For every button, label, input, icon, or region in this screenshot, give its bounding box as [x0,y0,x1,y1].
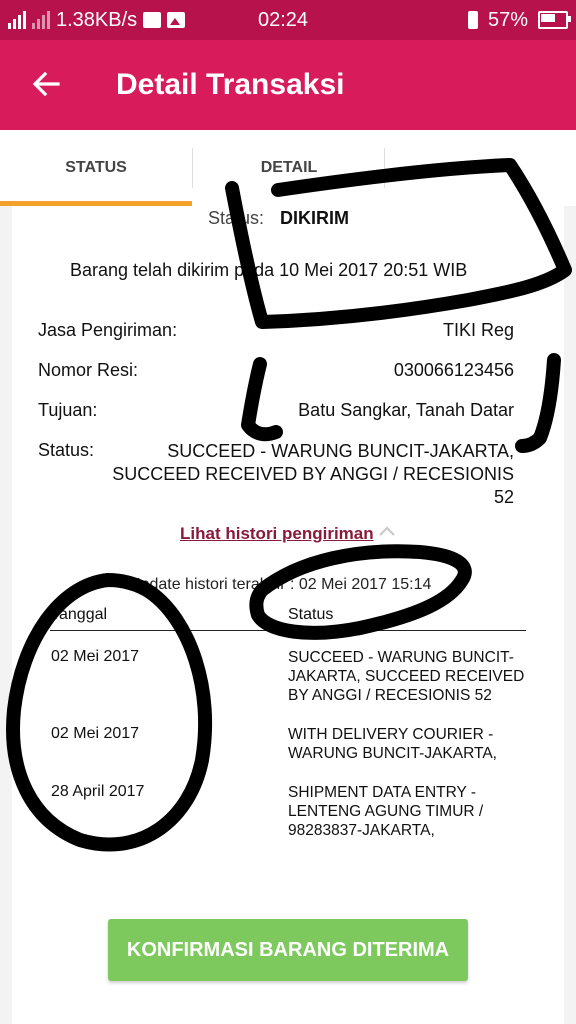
transaction-status-card: Status: DIKIRIM Barang telah dikirim pad… [12,206,564,1024]
tab-detail[interactable]: DETAIL [193,130,385,206]
app-bar: Detail Transaksi [0,40,576,130]
status-right-group: 57% [467,0,571,40]
tab-bar: STATUS DETAIL [0,130,576,206]
history-status: SHIPMENT DATA ENTRY - LENTENG AGUNG TIMU… [288,784,484,839]
shipping-status-label: Status: [38,440,95,460]
confirm-received-button[interactable]: KONFIRMASI BARANG DITERIMA [108,919,468,981]
battery-percent: 57% [487,8,528,31]
image-notification-icon [167,12,186,28]
chevron-up-icon[interactable] [378,522,396,540]
history-last-update: Update histori terakhir : 02 Mei 2017 15… [129,576,432,593]
history-status: SUCCEED - WARUNG BUNCIT-JAKARTA, SUCCEED… [288,649,525,704]
battery-icon [538,11,571,29]
sent-info-text: Barang telah dikirim pada 10 Mei 2017 20… [70,260,468,280]
signal-strength-2-icon [32,11,50,29]
nomor-resi-label: Nomor Resi: [38,360,139,380]
nomor-resi-value: 030066123456 [393,360,514,380]
history-date: 02 Mei 2017 [51,648,140,665]
network-speed: 1.38KB/s [56,8,138,31]
jasa-pengiriman-label: Jasa Pengiriman: [38,320,178,340]
signal-strength-icon [8,11,26,29]
tab-third[interactable] [385,130,576,206]
status-label: Status: [208,208,265,228]
history-date: 02 Mei 2017 [51,725,140,742]
history-col-date: Tanggal [51,606,108,623]
status-value: DIKIRIM [280,208,349,228]
status-left-group: 1.38KB/s [8,0,186,40]
shipping-status-value: SUCCEED - WARUNG BUNCIT-JAKARTA, SUCCEED… [112,441,514,507]
clock: 02:24 [258,9,309,31]
view-shipping-history-link[interactable]: Lihat histori pengiriman [180,524,374,544]
history-status: WITH DELIVERY COURIER - WARUNG BUNCIT-JA… [288,726,497,762]
system-status-bar: 1.38KB/s 02:24 57% [0,0,576,40]
page-title: Detail Transaksi [116,68,345,101]
history-header-divider [50,630,526,631]
tujuan-label: Tujuan: [38,400,98,420]
messenger-notification-icon [143,12,162,28]
history-col-status: Status [288,606,334,623]
tujuan-value: Batu Sangkar, Tanah Datar [298,400,514,420]
history-date: 28 April 2017 [51,783,145,800]
vibrate-icon [467,11,478,29]
back-arrow-icon[interactable] [30,68,62,100]
tab-status[interactable]: STATUS [0,130,192,206]
jasa-pengiriman-value: TIKI Reg [442,320,514,340]
